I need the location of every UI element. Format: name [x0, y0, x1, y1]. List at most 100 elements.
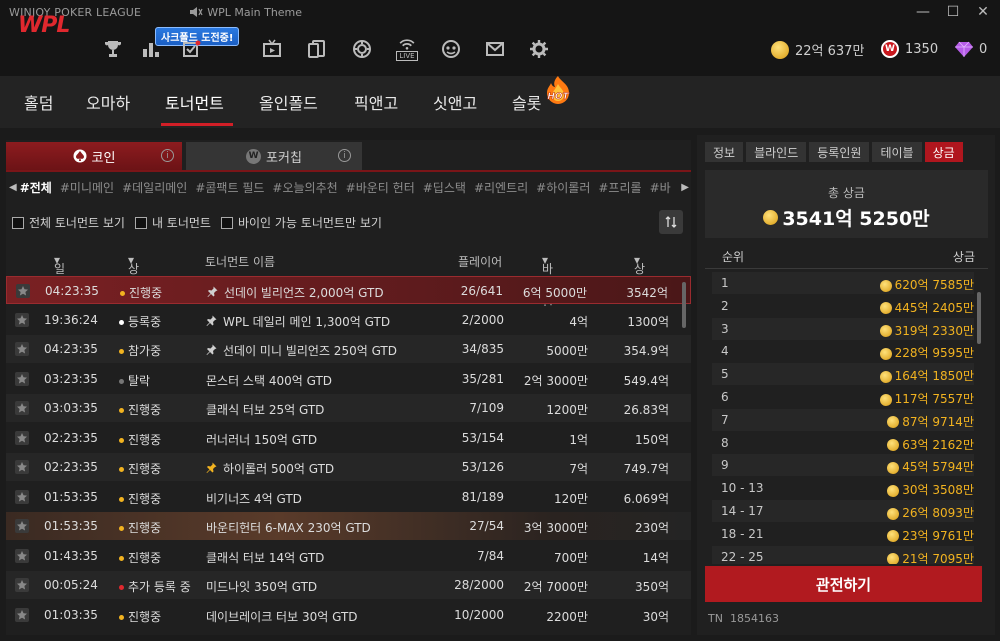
checkbox-mine[interactable]: [134, 216, 147, 229]
category-daily-main[interactable]: #데일리메인: [122, 179, 187, 196]
favorite-star-icon[interactable]: [15, 460, 29, 474]
table-row[interactable]: 01:53:35 진행중 바운티헌터 6-MAX 230억 GTD 27/54 3억 3…: [6, 512, 691, 540]
category-bounty-hunter[interactable]: #바운티 헌터: [346, 179, 415, 196]
pokerchip-tab[interactable]: W 포커칩 i: [186, 142, 362, 170]
row-name: 클래식 터보 25억 GTD: [206, 403, 325, 417]
coin-tab[interactable]: 코인 i: [6, 142, 182, 170]
header-status[interactable]: 상태 ▾: [128, 253, 139, 293]
favorite-star-icon[interactable]: [15, 578, 29, 592]
w-chip-icon: W: [246, 148, 262, 164]
tv-icon[interactable]: [261, 38, 283, 60]
checkbox-all[interactable]: [12, 216, 24, 229]
table-row[interactable]: 04:23:35 참가중 선데이 미니 빌리언즈 250억 GTD 34/835 500…: [6, 335, 691, 363]
tab-tables[interactable]: 테이블: [872, 142, 922, 162]
trophy-icon[interactable]: [102, 38, 124, 60]
status-dot-icon: [119, 614, 124, 620]
maximize-button[interactable]: ☐: [940, 2, 966, 22]
tab-prize[interactable]: 상금: [924, 142, 963, 162]
checkbox-buyin[interactable]: [220, 216, 233, 229]
prize-amount: 87억 9714만: [887, 413, 974, 430]
tab-info[interactable]: 정보: [705, 142, 744, 162]
nav-slot[interactable]: 슬롯: [512, 90, 541, 114]
favorite-star-icon[interactable]: [15, 519, 29, 533]
sound-toggle[interactable]: WPL Main Theme: [189, 6, 302, 19]
favorite-star-icon[interactable]: [15, 342, 29, 356]
wpl-logo[interactable]: WPL: [18, 13, 70, 38]
minimize-button[interactable]: —: [910, 2, 936, 22]
filter-all-tournaments[interactable]: 전체 토너먼트 보기: [12, 214, 125, 231]
table-row[interactable]: 03:23:35 탈락 몬스터 스택 400억 GTD 35/281 2억 3000만 5…: [6, 364, 691, 393]
favorite-star-icon[interactable]: [15, 312, 29, 327]
mail-icon[interactable]: [484, 38, 506, 60]
favorite-star-icon[interactable]: [15, 401, 29, 415]
table-row[interactable]: 04:23:35 진행중 선데이 빌리언즈 2,000억 GTD 26/641 6억 5…: [6, 276, 691, 304]
table-row[interactable]: 02:23:35 진행중 러너러너 150억 GTD 53/154 1억 150억: [6, 423, 691, 452]
tab-blinds[interactable]: 블라인드: [746, 142, 807, 162]
nav-holdem[interactable]: 홀덤: [24, 90, 53, 114]
chip-icon[interactable]: [351, 38, 373, 60]
table-row[interactable]: 03:03:35 진행중 클래식 터보 25억 GTD 7/109 1200만 26.83…: [6, 394, 691, 422]
settings-icon[interactable]: [528, 38, 550, 60]
favorite-star-icon[interactable]: [15, 430, 29, 445]
category-highroller[interactable]: #하이롤러: [536, 179, 590, 196]
favorite-star-icon[interactable]: [16, 284, 30, 298]
favorite-star-icon[interactable]: [15, 548, 29, 563]
category-deepstack[interactable]: #딥스택: [423, 179, 466, 196]
emoji-icon[interactable]: [440, 38, 462, 60]
table-row[interactable]: 00:05:24 추가 등록 중 미드나잇 350억 GTD 28/2000 2억 70…: [6, 571, 691, 599]
favorite-star-icon[interactable]: [15, 607, 29, 622]
gold-coin-icon: [763, 210, 779, 225]
filter-buyin-available[interactable]: 바이인 가능 토너먼트만 보기: [220, 214, 382, 231]
table-row[interactable]: 01:03:35 진행중 데이브레이크 터보 30억 GTD 10/2000 2200만…: [6, 600, 691, 629]
category-more[interactable]: #바: [650, 179, 671, 196]
prize-amount: 164억 1850만: [879, 367, 974, 384]
pokerchip-info-icon[interactable]: i: [338, 149, 351, 162]
row-buyin: 6억 5000만: [522, 286, 587, 300]
category-reentry[interactable]: #리엔트리: [474, 179, 528, 196]
row-status: 진행중: [119, 490, 161, 507]
nav-tournament[interactable]: 토너먼트: [165, 90, 224, 114]
tab-registrants[interactable]: 등록인원: [809, 142, 870, 162]
nav-pick-and-go[interactable]: 픽앤고: [354, 90, 398, 114]
gold-balance[interactable]: 22억 637만: [771, 40, 864, 59]
table-row[interactable]: 01:53:35 진행중 비기너즈 4억 GTD 81/189 120만 6.069억: [6, 482, 691, 511]
watch-button[interactable]: 관전하기: [705, 566, 982, 602]
row-name: 선데이 빌리언즈 2,000억 GTD: [207, 284, 384, 301]
row-name: 몬스터 스택 400억 GTD: [206, 373, 333, 388]
category-compact-field[interactable]: #콤팩트 필드: [195, 179, 264, 196]
row-name: 러너러너 150억 GTD: [206, 432, 318, 447]
category-right-arrow-icon[interactable]: ▶: [681, 182, 689, 193]
prize-list-scrollbar[interactable]: [977, 292, 981, 344]
row-players: 26/641: [460, 284, 503, 298]
header-prize[interactable]: 상금 ▾: [634, 253, 645, 293]
prize-amount: 117억 7557만: [879, 390, 974, 407]
nav-sit-and-go[interactable]: 싯앤고: [433, 90, 477, 114]
header-buyin[interactable]: 바이인 ▾: [542, 253, 553, 310]
favorite-star-icon[interactable]: [15, 371, 29, 386]
header-time[interactable]: 일시 ▾: [54, 253, 65, 293]
mission-icon[interactable]: [180, 38, 202, 60]
category-left-arrow-icon[interactable]: ◀: [9, 182, 17, 193]
nav-allin-fold[interactable]: 올인폴드: [259, 90, 318, 114]
diamond-balance[interactable]: 0: [955, 40, 987, 58]
favorite-star-icon[interactable]: [15, 489, 29, 504]
category-mini-main[interactable]: #미니메인: [60, 179, 114, 196]
cards-icon[interactable]: [306, 38, 328, 60]
close-button[interactable]: ✕: [970, 2, 996, 22]
category-today-pick[interactable]: #오늘의추천: [272, 179, 337, 196]
table-row[interactable]: 01:43:35 진행중 클래식 터보 14억 GTD 7/84 700만 14억: [6, 541, 691, 570]
tournament-list-scrollbar[interactable]: [682, 282, 686, 328]
table-row[interactable]: 02:23:35 진행중 하이롤러 500억 GTD 53/126 7억 749.7억: [6, 453, 691, 481]
sort-toggle-button[interactable]: [659, 210, 683, 234]
prize-amount: 21억 7095만: [887, 550, 974, 564]
pin-icon: [206, 462, 217, 473]
table-row[interactable]: 19:36:24 등록중 WPL 데일리 메인 1,300억 GTD 2/2000 4억…: [6, 305, 691, 334]
category-freeroll[interactable]: #프리롤: [598, 179, 641, 196]
category-all[interactable]: #전체: [20, 179, 52, 196]
nav-omaha[interactable]: 오마하: [86, 90, 130, 114]
wpl-balance[interactable]: W 1350: [881, 40, 938, 58]
filter-my-tournaments[interactable]: 내 토너먼트: [134, 214, 211, 231]
prize-rank: 14 - 17: [721, 504, 764, 518]
live-icon[interactable]: LIVE: [395, 36, 419, 62]
coin-info-icon[interactable]: i: [161, 149, 174, 162]
